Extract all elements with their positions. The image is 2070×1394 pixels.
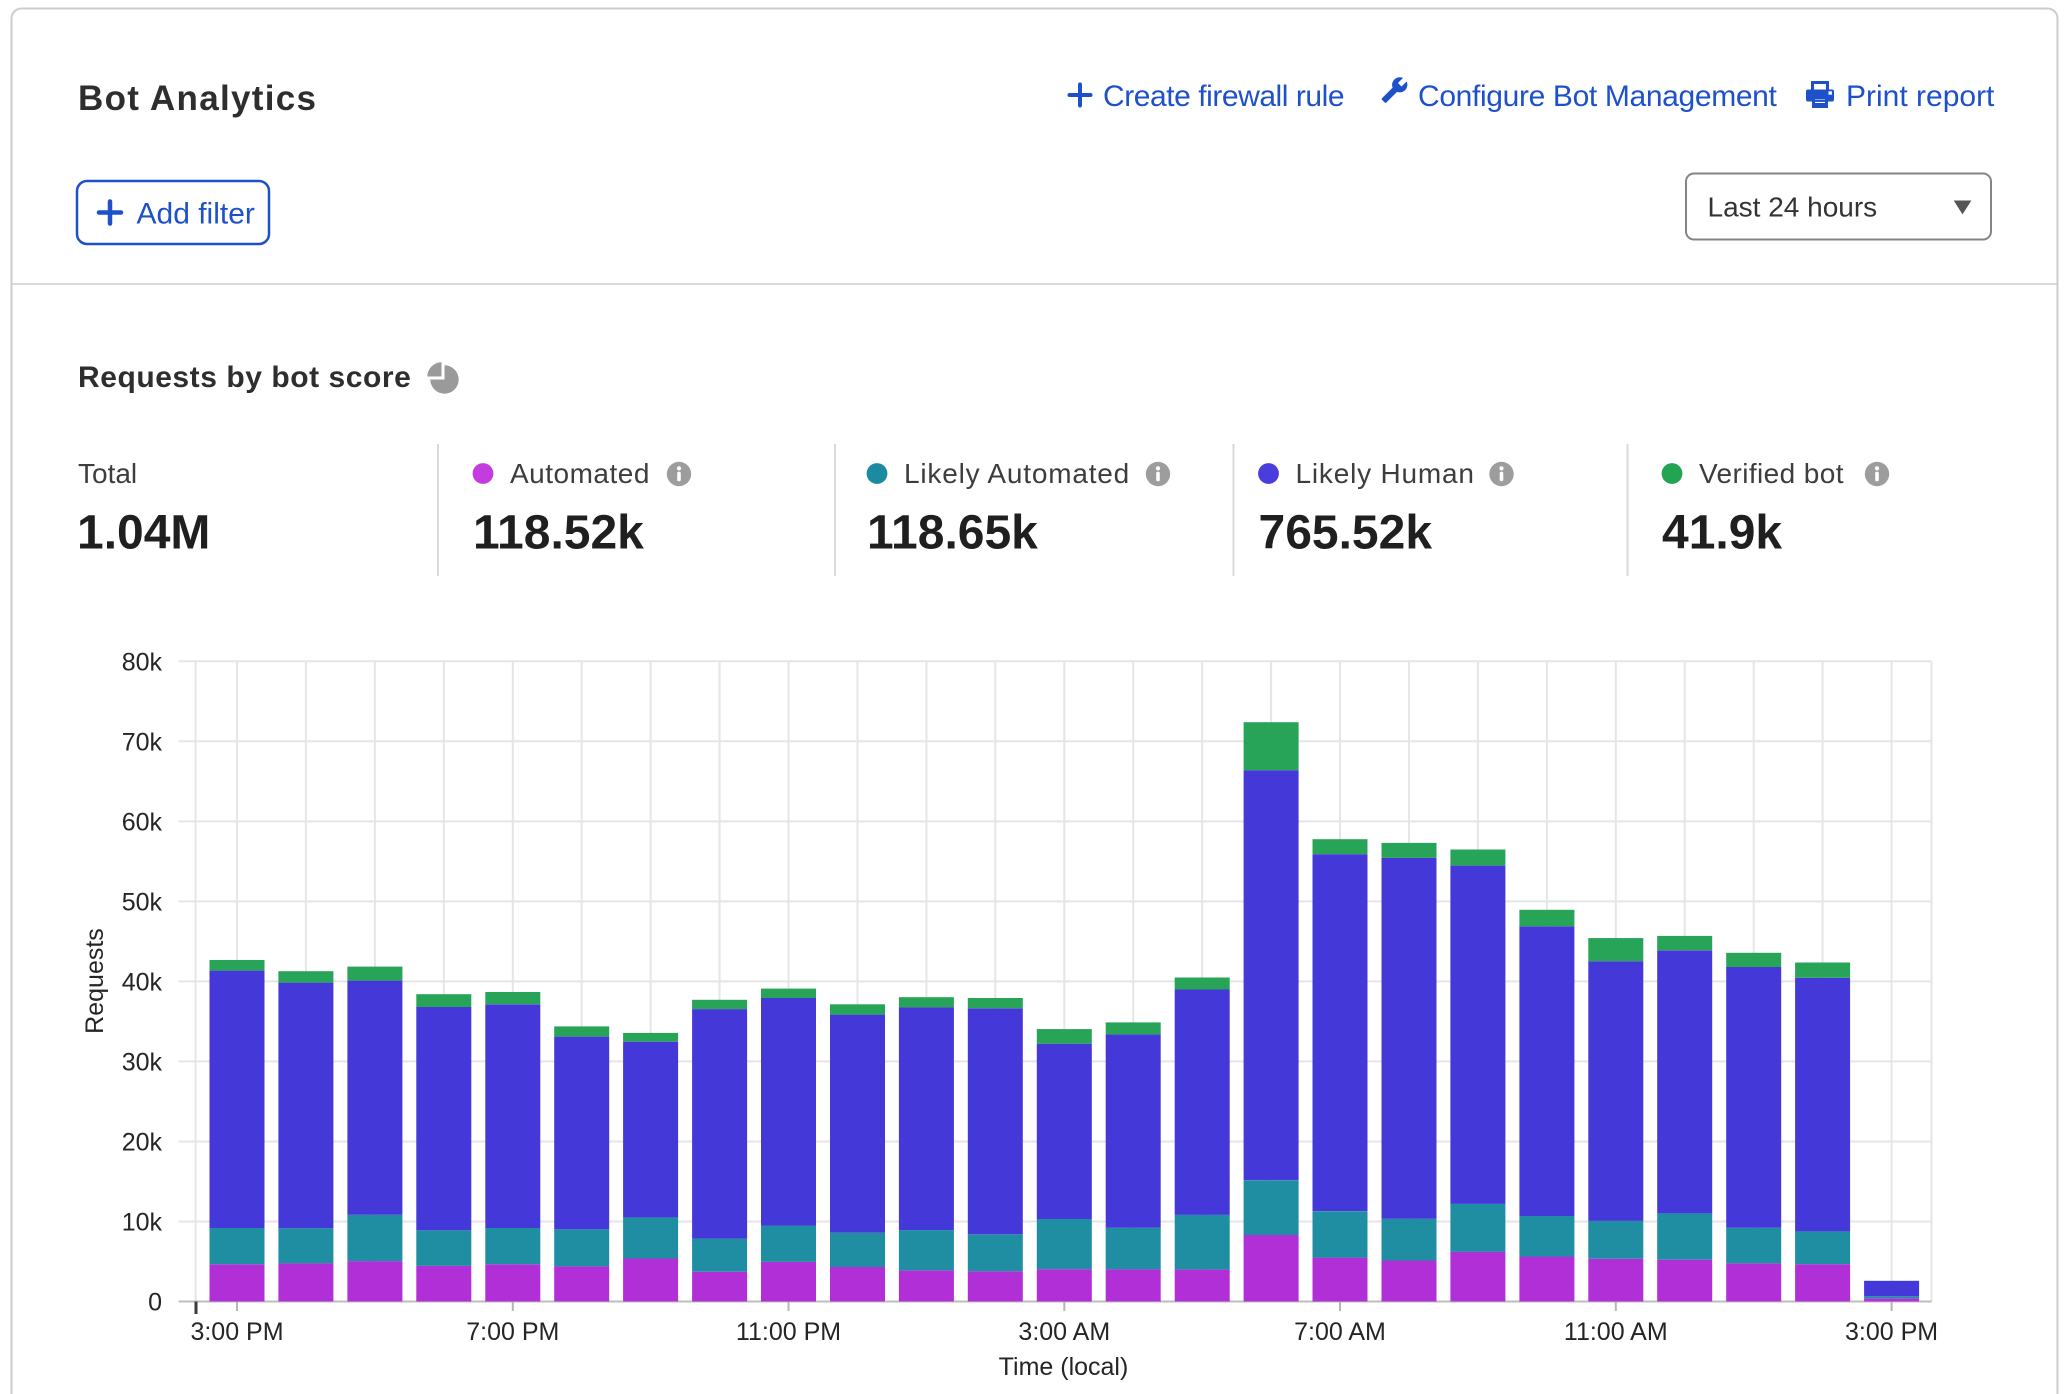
svg-text:11:00 PM: 11:00 PM <box>736 1318 841 1346</box>
svg-text:3:00 PM: 3:00 PM <box>190 1318 283 1346</box>
svg-text:Time (local): Time (local) <box>999 1353 1129 1381</box>
svg-text:118.65k: 118.65k <box>867 507 1038 560</box>
svg-text:Add filter: Add filter <box>137 198 255 231</box>
svg-text:7:00 AM: 7:00 AM <box>1294 1318 1386 1346</box>
svg-text:80k: 80k <box>122 648 163 676</box>
svg-text:Bot Analytics: Bot Analytics <box>78 79 317 118</box>
svg-text:11:00 AM: 11:00 AM <box>1564 1318 1668 1346</box>
svg-text:Configure Bot Management: Configure Bot Management <box>1418 80 1778 113</box>
svg-text:Likely Human: Likely Human <box>1296 458 1475 489</box>
svg-text:7:00 PM: 7:00 PM <box>466 1318 559 1346</box>
svg-text:0: 0 <box>148 1289 162 1317</box>
svg-text:Print report: Print report <box>1846 80 1995 113</box>
svg-text:Likely Automated: Likely Automated <box>904 458 1130 489</box>
svg-text:765.52k: 765.52k <box>1259 507 1433 560</box>
svg-text:3:00 AM: 3:00 AM <box>1018 1318 1110 1346</box>
svg-text:30k: 30k <box>122 1048 163 1076</box>
svg-text:Requests by bot score: Requests by bot score <box>78 361 411 394</box>
svg-text:Last 24 hours: Last 24 hours <box>1708 192 1878 223</box>
svg-text:Total: Total <box>78 458 137 489</box>
svg-text:Create firewall rule: Create firewall rule <box>1103 80 1344 113</box>
svg-text:Automated: Automated <box>510 458 650 489</box>
svg-text:50k: 50k <box>122 888 163 916</box>
svg-text:60k: 60k <box>122 808 163 836</box>
svg-text:10k: 10k <box>122 1209 163 1237</box>
svg-text:70k: 70k <box>122 728 163 756</box>
svg-text:Requests: Requests <box>81 928 109 1034</box>
svg-text:1.04M: 1.04M <box>77 507 210 560</box>
svg-text:41.9k: 41.9k <box>1662 507 1782 560</box>
svg-text:20k: 20k <box>122 1129 163 1157</box>
svg-text:Verified bot: Verified bot <box>1699 458 1844 489</box>
svg-text:3:00 PM: 3:00 PM <box>1845 1318 1938 1346</box>
svg-text:40k: 40k <box>122 968 163 996</box>
svg-text:118.52k: 118.52k <box>473 507 644 560</box>
